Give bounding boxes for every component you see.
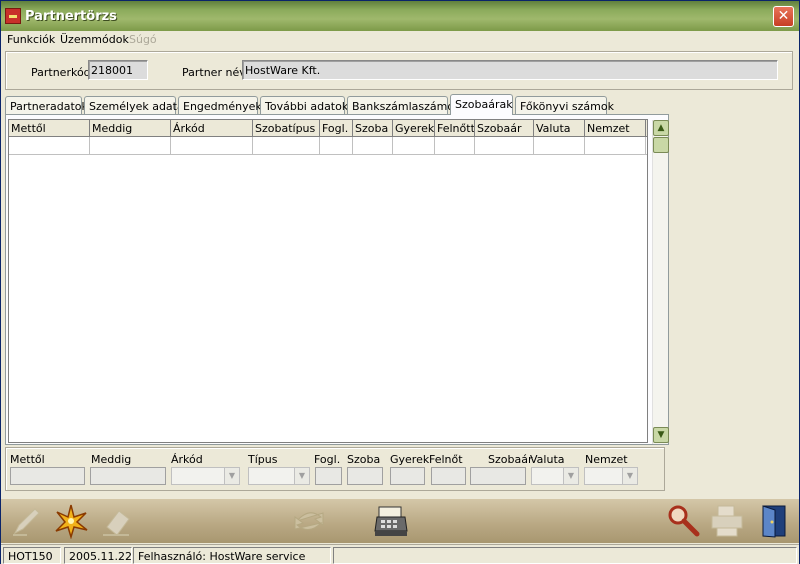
tipus-select[interactable]: ▼: [248, 467, 310, 485]
window-title: Partnertörzs: [25, 9, 117, 24]
edit-label-gyerek: Gyerek: [390, 453, 430, 466]
edit-pen-icon[interactable]: [9, 503, 45, 539]
edit-label-felnott: Felnőt: [429, 453, 463, 466]
tab-bankszamlaszamok[interactable]: Bankszámlaszámok: [347, 96, 460, 115]
partner-name-field[interactable]: HostWare Kft.: [242, 60, 778, 80]
table-cell[interactable]: [534, 137, 585, 155]
room-prices-panel: Mettől Meddig Árkód Szobatípus Fogl. Szo…: [5, 114, 669, 445]
edit-label-fogl: Fogl.: [314, 453, 341, 466]
column-header-szobaar[interactable]: Szobaár: [475, 120, 534, 136]
edit-label-szobaar: Szobaár: [488, 453, 533, 466]
tab-fokonyvi-szamok[interactable]: Főkönyvi számok: [515, 96, 614, 115]
fogl-input[interactable]: [315, 467, 342, 485]
tab-szemelyek-adatai[interactable]: Személyek adatai: [84, 96, 187, 115]
status-bar: HOT150 2005.11.22 Felhasználó: HostWare …: [1, 544, 799, 564]
table-cell[interactable]: [171, 137, 253, 155]
menu-funkciok[interactable]: Funkciók: [7, 33, 55, 46]
table-cell[interactable]: [253, 137, 320, 155]
search-magnifier-icon[interactable]: [665, 503, 701, 539]
action-toolbar: [1, 499, 799, 543]
table-row[interactable]: [9, 137, 647, 155]
table-cell[interactable]: [585, 137, 646, 155]
status-user: Felhasználó: HostWare service: [133, 547, 331, 564]
column-header-felnott[interactable]: Felnőtt: [435, 120, 475, 136]
chevron-down-icon[interactable]: ▼: [294, 468, 309, 484]
chevron-down-icon[interactable]: ▼: [563, 468, 578, 484]
column-header-mettol[interactable]: Mettől: [9, 120, 90, 136]
valuta-select[interactable]: ▼: [531, 467, 579, 485]
close-button[interactable]: ✕: [773, 6, 794, 27]
grid-header: Mettől Meddig Árkód Szobatípus Fogl. Szo…: [9, 120, 647, 137]
grid-scrollbar[interactable]: ▲ ▼: [652, 120, 669, 444]
chevron-down-icon[interactable]: ▼: [622, 468, 637, 484]
table-cell[interactable]: [393, 137, 435, 155]
tab-tovabbi-adatok[interactable]: További adatok: [260, 96, 348, 115]
delete-eraser-icon[interactable]: [99, 503, 135, 539]
room-prices-grid[interactable]: Mettől Meddig Árkód Szobatípus Fogl. Szo…: [8, 119, 648, 443]
refresh-arrows-icon[interactable]: [291, 503, 327, 539]
edit-label-nemzet: Nemzet: [585, 453, 628, 466]
tab-strip: Partneradatok Személyek adatai Engedmény…: [5, 94, 795, 115]
status-date: 2005.11.22: [64, 547, 132, 564]
partner-name-label: Partner név: [182, 66, 246, 79]
partner-code-label: Partnerkód: [31, 66, 91, 79]
column-header-arkod[interactable]: Árkód: [171, 120, 253, 136]
felnott-input[interactable]: [431, 467, 466, 485]
mettol-input[interactable]: [10, 467, 85, 485]
column-header-fogl[interactable]: Fogl.: [320, 120, 353, 136]
menu-bar: Funkciók Üzemmódok Súgó: [1, 31, 799, 49]
table-cell[interactable]: [90, 137, 171, 155]
new-star-icon[interactable]: [53, 503, 89, 540]
nemzet-select[interactable]: ▼: [584, 467, 638, 485]
column-header-valuta[interactable]: Valuta: [534, 120, 585, 136]
tab-partneradatok[interactable]: Partneradatok: [5, 96, 88, 115]
edit-label-meddig: Meddig: [91, 453, 132, 466]
status-extra: [333, 547, 797, 564]
column-header-szoba[interactable]: Szoba: [353, 120, 393, 136]
chevron-down-icon[interactable]: ▼: [224, 468, 239, 484]
edit-form-panel: Mettől Meddig Árkód Típus Fogl. Szoba Gy…: [5, 447, 665, 491]
edit-label-arkod: Árkód: [171, 453, 203, 466]
tab-szobaarak[interactable]: Szobaárak: [450, 94, 513, 115]
column-header-nemzet[interactable]: Nemzet: [585, 120, 646, 136]
cash-register-icon[interactable]: [373, 503, 409, 539]
table-cell[interactable]: [9, 137, 90, 155]
status-module: HOT150: [3, 547, 61, 564]
szobaar-input[interactable]: [470, 467, 526, 485]
app-icon: [5, 8, 21, 24]
tab-engedmenyek[interactable]: Engedmények: [178, 96, 262, 115]
menu-uzemmodok[interactable]: Üzemmódok: [60, 33, 129, 46]
edit-label-mettol: Mettől: [10, 453, 45, 466]
partner-header-panel: Partnerkód 218001 Partner név HostWare K…: [5, 51, 793, 90]
szoba-input[interactable]: [347, 467, 383, 485]
title-bar[interactable]: Partnertörzs ✕: [1, 1, 799, 31]
table-cell[interactable]: [353, 137, 393, 155]
print-icon[interactable]: [709, 503, 745, 539]
column-header-meddig[interactable]: Meddig: [90, 120, 171, 136]
menu-sugo[interactable]: Súgó: [129, 33, 157, 46]
partner-window: Partnertörzs ✕ Funkciók Üzemmódok Súgó P…: [0, 0, 800, 564]
column-header-szobatipus[interactable]: Szobatípus: [253, 120, 320, 136]
arkod-select[interactable]: ▼: [171, 467, 240, 485]
scroll-down-button[interactable]: ▼: [653, 427, 669, 443]
table-cell[interactable]: [320, 137, 353, 155]
meddig-input[interactable]: [90, 467, 166, 485]
edit-label-szoba: Szoba: [347, 453, 381, 466]
table-cell[interactable]: [435, 137, 475, 155]
table-cell[interactable]: [475, 137, 534, 155]
column-header-gyerek[interactable]: Gyerek: [393, 120, 435, 136]
edit-label-valuta: Valuta: [530, 453, 565, 466]
partner-code-field[interactable]: 218001: [88, 60, 148, 80]
edit-label-tipus: Típus: [248, 453, 278, 466]
scroll-up-button[interactable]: ▲: [653, 120, 669, 136]
gyerek-input[interactable]: [390, 467, 425, 485]
scroll-thumb[interactable]: [653, 137, 669, 153]
exit-door-icon[interactable]: [755, 503, 791, 539]
